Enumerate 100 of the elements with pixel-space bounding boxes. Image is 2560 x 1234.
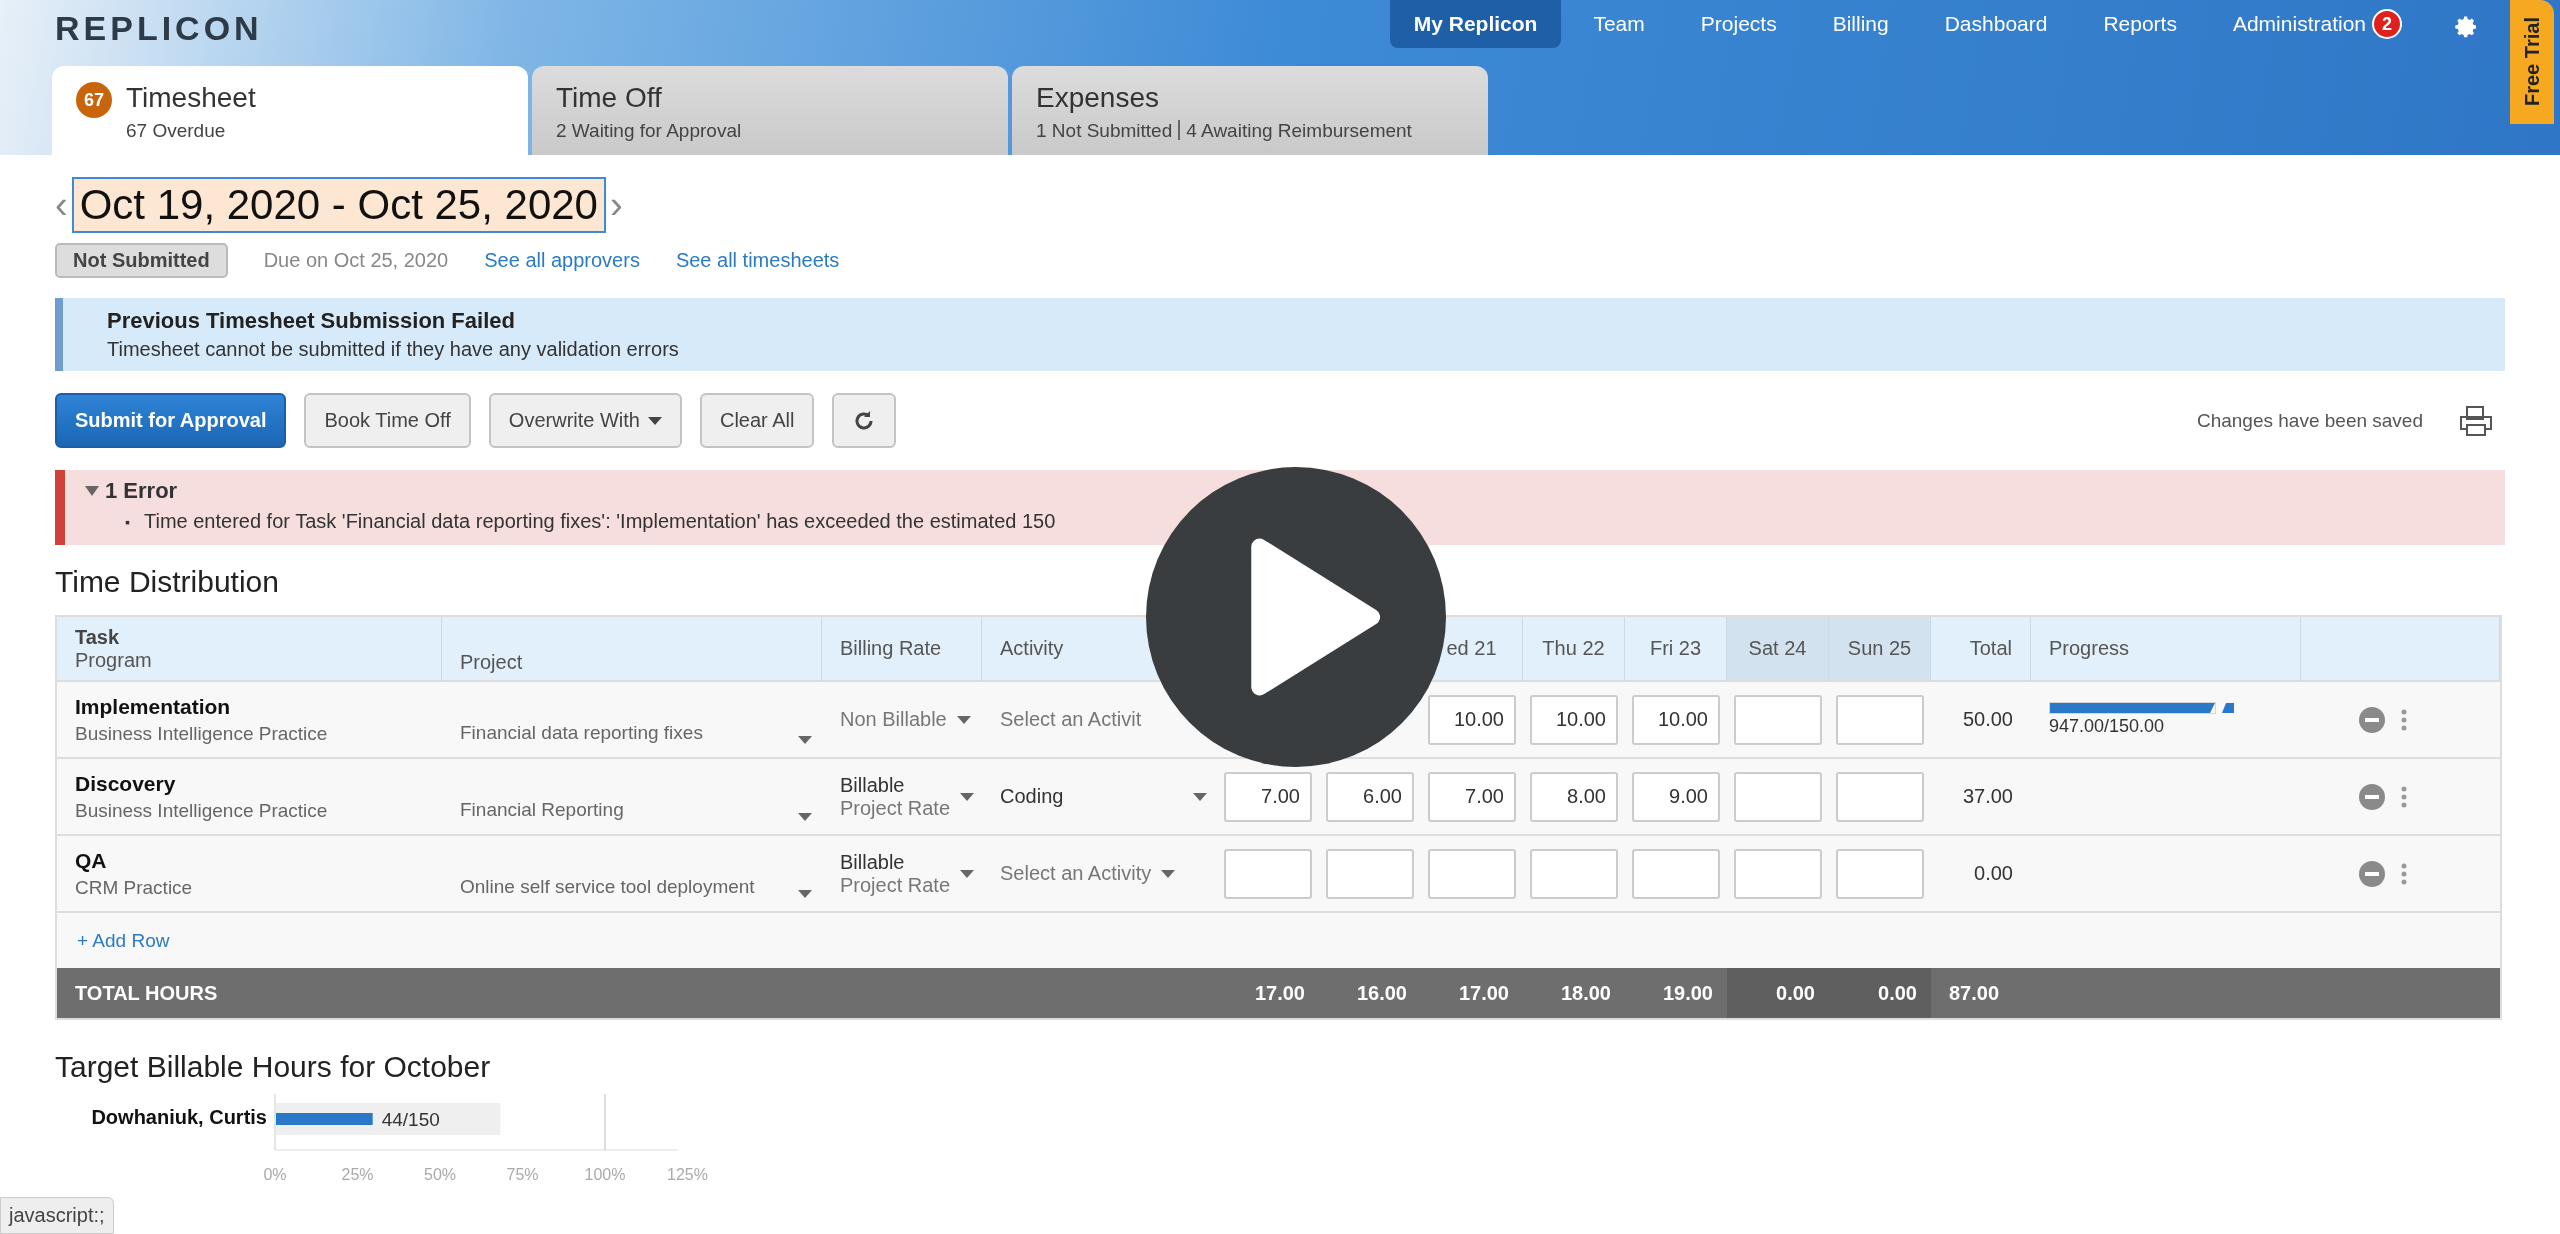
link[interactable]: See all timesheets — [675, 249, 840, 272]
activity-dropdown[interactable]: Select an Activity — [1000, 862, 1176, 885]
hours-input[interactable]: 7.00 — [1224, 771, 1312, 822]
hours-input[interactable]: 7.00 — [1428, 771, 1516, 822]
category-label: Dowhaniuk, Curtis — [91, 1106, 267, 1128]
hours-input[interactable] — [1734, 771, 1822, 822]
caret-icon — [798, 735, 812, 744]
hours-input[interactable] — [1224, 848, 1312, 899]
column-header: Fri 23 — [1625, 617, 1727, 682]
hours-input[interactable] — [1326, 848, 1414, 899]
previous-arrow[interactable]: ‹ — [55, 183, 68, 227]
remove-icon[interactable] — [2359, 706, 2385, 733]
hours-input[interactable]: 10.00 — [1632, 694, 1720, 745]
date-range[interactable]: Oct 19, 2020 - Oct 25, 2020 — [71, 177, 606, 233]
project-dropdown[interactable]: Financial data reporting fixes — [460, 695, 812, 744]
hours-input[interactable] — [1836, 771, 1924, 822]
column-header: Project — [442, 617, 822, 682]
billing-rate-dropdown[interactable]: Non Billable — [840, 708, 976, 731]
axis-tick-label: 75% — [506, 1166, 539, 1183]
axis-tick-label: 125% — [667, 1166, 708, 1183]
nav-link[interactable]: Team — [1569, 0, 1669, 48]
printer-icon[interactable] — [2459, 404, 2493, 437]
more-icon[interactable] — [2401, 785, 2407, 808]
hours-input[interactable]: 9.00 — [1632, 771, 1720, 822]
more-icon[interactable] — [2401, 862, 2407, 885]
section-title: Time Distribution — [55, 565, 280, 599]
tab-subtitle: 2 Waiting for Approval — [556, 120, 742, 142]
activity-dropdown[interactable]: Select an Activit — [1000, 708, 1142, 731]
bullet: ▪ — [125, 513, 130, 530]
project-dropdown[interactable]: Financial Reporting — [460, 772, 812, 821]
program-name: Business Intelligence Practice — [75, 799, 329, 822]
notification-badge: 2 — [2372, 9, 2402, 39]
total-hours-label: TOTAL HOURS — [57, 968, 1217, 1018]
next-arrow[interactable]: › — [610, 183, 623, 227]
reference-line — [604, 1094, 606, 1151]
billing-rate-dropdown[interactable]: Billable Project Rate — [840, 773, 976, 820]
notice-message: Timesheet cannot be submitted if they have any validation errors — [107, 338, 680, 361]
nav-link[interactable]: Reports — [2079, 0, 2201, 48]
column-header: Sat 24 — [1727, 617, 1829, 682]
link[interactable]: See all approvers — [484, 249, 640, 272]
tab[interactable]: Time Off 2 Waiting for Approval — [532, 66, 1008, 155]
submit-button[interactable]: Submit for Approval — [55, 393, 287, 448]
caret-icon — [960, 869, 975, 878]
hours-input[interactable] — [1428, 848, 1516, 899]
axis-tick-label: 100% — [584, 1166, 626, 1183]
project-dropdown[interactable]: Online self service tool deployment — [460, 849, 812, 898]
nav-link[interactable]: Projects — [1676, 0, 1801, 48]
tab[interactable]: 67 Timesheet 67 Overdue — [52, 66, 528, 155]
toolbar-button[interactable]: Clear All — [699, 393, 815, 448]
column-header: Progress — [2031, 617, 2301, 682]
tab-title: Expenses — [1036, 82, 1160, 114]
task-name: Discovery — [75, 771, 177, 796]
free-trial-tab[interactable]: Free Trial — [2510, 0, 2554, 124]
caret-icon — [798, 889, 812, 898]
hours-input[interactable] — [1632, 848, 1720, 899]
remove-icon[interactable] — [2359, 860, 2385, 887]
caret-icon — [1193, 792, 1207, 801]
program-name: CRM Practice — [75, 876, 194, 899]
day-total: 0.00 — [1727, 968, 1829, 1018]
hours-input[interactable]: 8.00 — [1530, 771, 1618, 822]
billing-rate-dropdown[interactable]: Billable Project Rate — [840, 850, 976, 897]
caret-icon — [960, 792, 975, 801]
notice-title: Previous Timesheet Submission Failed — [107, 308, 516, 334]
remove-icon[interactable] — [2359, 783, 2385, 810]
nav-link[interactable]: My Replicon — [1389, 0, 1562, 48]
nav-link[interactable]: Administration 2 — [2208, 0, 2426, 51]
refresh-button[interactable] — [832, 393, 897, 448]
tab-subtitle: 1 Not Submitted — [1036, 120, 1173, 142]
caret-icon — [956, 715, 971, 724]
chart-title: Target Billable Hours for October — [55, 1050, 492, 1084]
caret-icon — [647, 416, 662, 425]
add-row-link[interactable]: + Add Row — [77, 929, 170, 952]
caret-icon — [85, 486, 99, 496]
toolbar-button[interactable]: Book Time Off — [304, 393, 471, 448]
hours-input[interactable] — [1530, 848, 1618, 899]
hours-input[interactable]: 10.00 — [1428, 694, 1516, 745]
hours-input[interactable] — [1734, 694, 1822, 745]
logo[interactable]: REPLICON — [55, 8, 263, 48]
error-title[interactable]: 1 Error — [85, 478, 2485, 504]
hours-input[interactable] — [1836, 694, 1924, 745]
hours-input[interactable] — [1836, 848, 1924, 899]
column-header: Task — [75, 625, 121, 649]
nav-link[interactable]: Dashboard — [1920, 0, 2072, 48]
nav-link[interactable]: Billing — [1808, 0, 1913, 48]
caret-icon — [798, 812, 812, 821]
tab[interactable]: Expenses 1 Not Submitted 4 Awaiting Reimbursement — [1012, 66, 1488, 155]
axis-tick-label: 50% — [424, 1166, 456, 1183]
more-icon[interactable] — [2401, 708, 2407, 731]
grand-total: 87.00 — [1931, 968, 2031, 1018]
status-tooltip: javascript:; — [0, 1197, 114, 1234]
task-name: QA — [75, 848, 108, 873]
error-message: Time entered for Task 'Financial data reporting fixes': 'Implementation' has exceeded the estimated 150 — [143, 510, 1056, 533]
axis-tick-label: 25% — [341, 1166, 374, 1183]
hours-input[interactable]: 10.00 — [1530, 694, 1618, 745]
hours-input[interactable] — [1734, 848, 1822, 899]
hours-input[interactable]: 6.00 — [1326, 771, 1414, 822]
activity-dropdown[interactable]: Coding — [1000, 785, 1207, 808]
tab-title: Time Off — [556, 82, 663, 114]
dropdown-button[interactable]: Overwrite With — [488, 393, 682, 448]
row-total: 50.00 — [1962, 708, 2013, 731]
